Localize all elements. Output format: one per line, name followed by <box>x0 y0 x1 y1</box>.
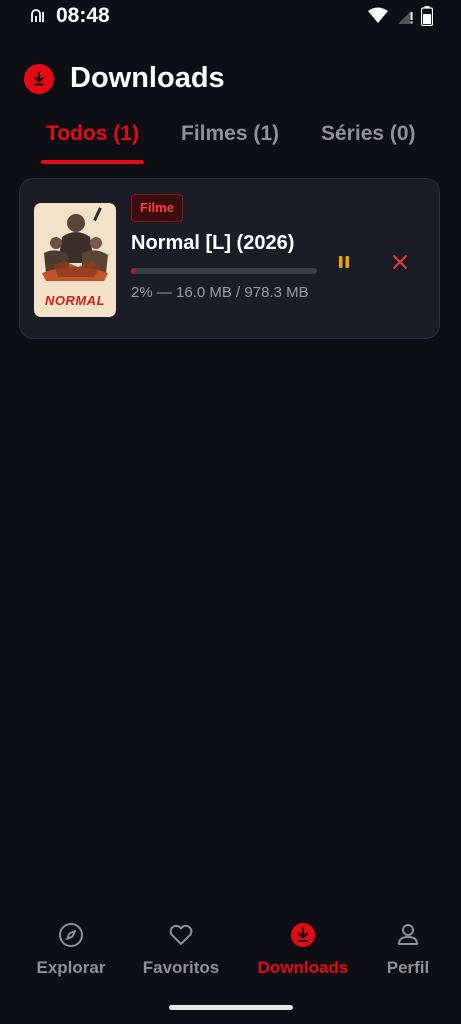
download-icon <box>24 63 54 94</box>
download-progress-fill <box>131 268 135 274</box>
compass-icon <box>16 916 126 954</box>
nav-favoritos[interactable]: Favoritos <box>126 916 236 978</box>
wifi-icon <box>367 7 389 30</box>
profile-icon <box>353 916 461 954</box>
page-header: Downloads <box>24 62 225 95</box>
pause-icon <box>339 256 349 268</box>
close-icon <box>393 255 407 269</box>
page-title: Downloads <box>70 62 225 94</box>
heart-icon <box>126 916 236 954</box>
nav-explorar[interactable]: Explorar <box>16 916 126 978</box>
battery-icon <box>420 6 434 31</box>
download-item[interactable]: NORMAL Filme Normal [L] (2026) 2% — 16.0… <box>19 178 440 339</box>
pause-button[interactable] <box>330 248 358 276</box>
tab-todos[interactable]: Todos (1) <box>46 122 139 146</box>
filter-tabs: Todos (1) Filmes (1) Séries (0) <box>0 118 461 168</box>
tab-series[interactable]: Séries (0) <box>321 122 416 146</box>
download-title: Normal [L] (2026) <box>131 232 295 254</box>
signal-icon <box>397 7 413 30</box>
movie-poster: NORMAL <box>34 203 116 317</box>
type-badge: Filme <box>131 194 183 222</box>
bottom-nav: Explorar Favoritos Downloads Perfil <box>0 916 461 986</box>
nav-perfil[interactable]: Perfil <box>353 916 461 978</box>
nav-downloads[interactable]: Downloads <box>248 916 358 978</box>
download-progress-bar <box>131 268 317 274</box>
tab-filmes[interactable]: Filmes (1) <box>181 122 279 146</box>
poster-title: NORMAL <box>44 293 106 308</box>
nav-label: Explorar <box>36 958 106 977</box>
nav-label: Favoritos <box>142 958 220 977</box>
cancel-download-button[interactable] <box>386 248 414 276</box>
active-tab-indicator <box>41 160 144 164</box>
notification-icon <box>30 8 48 29</box>
nav-label: Downloads <box>257 958 349 977</box>
download-meta: 2% — 16.0 MB / 978.3 MB <box>131 284 309 301</box>
status-bar: 08:48 <box>0 0 461 34</box>
download-icon <box>248 916 358 954</box>
nav-label: Perfil <box>386 958 430 977</box>
status-time: 08:48 <box>56 4 110 27</box>
home-indicator[interactable] <box>169 1005 293 1010</box>
